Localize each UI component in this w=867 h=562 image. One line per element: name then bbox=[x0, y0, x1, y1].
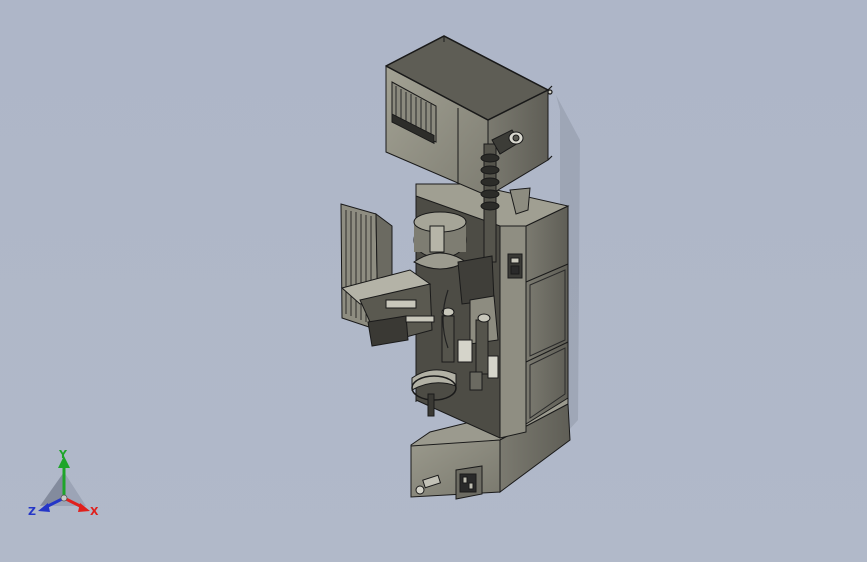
view-orientation-triad[interactable]: Y X Z bbox=[24, 448, 104, 528]
y-axis-label: Y bbox=[59, 448, 67, 461]
z-axis-label: Z bbox=[28, 505, 36, 518]
control-panel[interactable] bbox=[507, 253, 523, 279]
base-switch-panel[interactable] bbox=[455, 465, 483, 500]
packaging-machine-model[interactable] bbox=[0, 0, 867, 562]
cad-viewport[interactable]: Y X Z bbox=[0, 0, 867, 562]
top-hopper[interactable] bbox=[384, 35, 550, 197]
hopper-support-posts bbox=[547, 85, 553, 161]
x-axis-label: X bbox=[90, 505, 99, 518]
